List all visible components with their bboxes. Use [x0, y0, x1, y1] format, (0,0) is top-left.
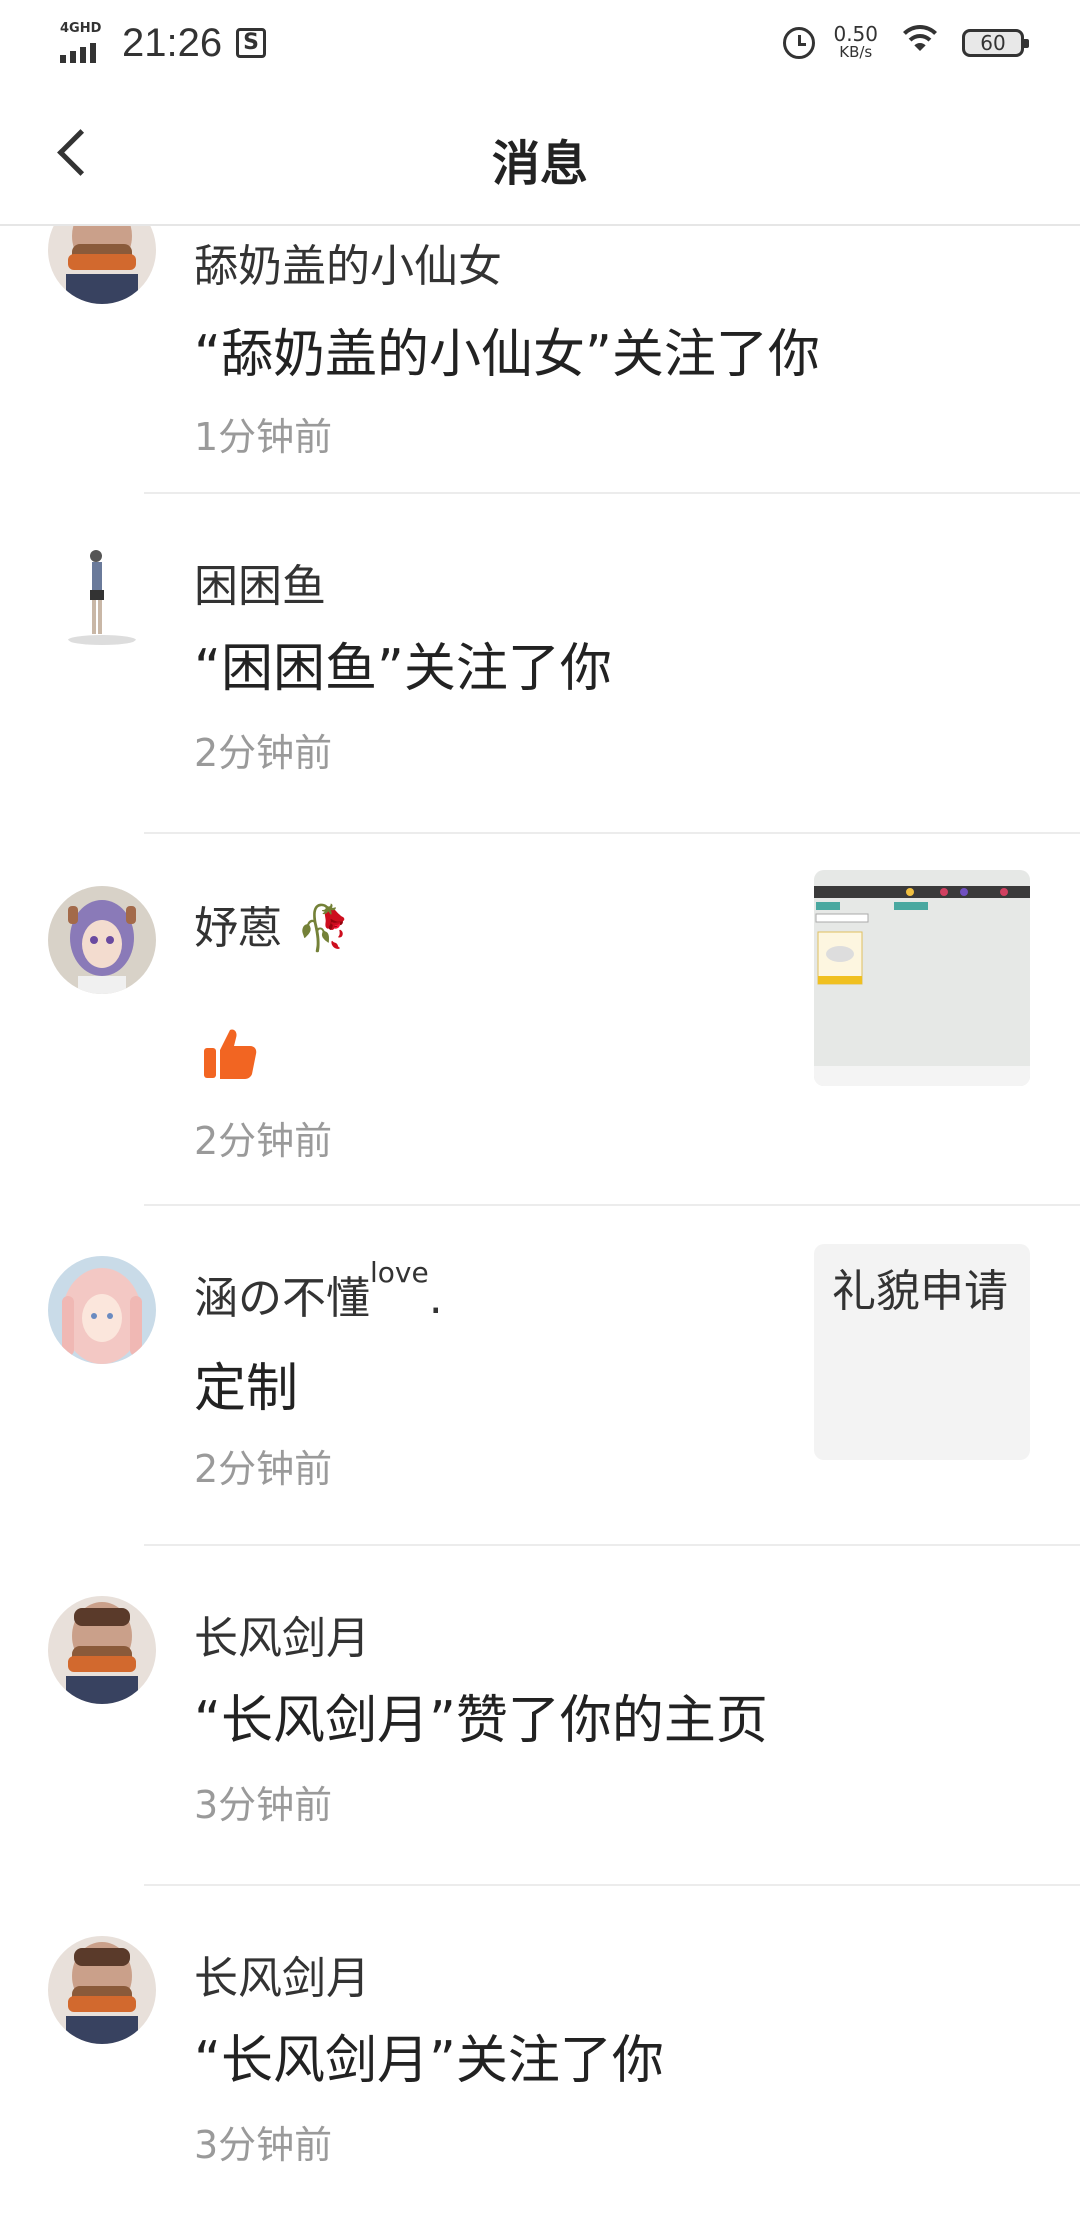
list-item[interactable]: 困困鱼 “困困鱼”关注了你 2分钟前	[0, 494, 1080, 834]
message-time: 3分钟前	[194, 1783, 333, 1827]
alarm-icon	[783, 27, 816, 59]
sender-name: 妤蒽 🥀	[194, 892, 351, 956]
speed-value: 0.50	[833, 22, 878, 46]
sender-name-suffix: .	[428, 1273, 443, 1324]
list-item[interactable]: 妤蒽 🥀 2分钟前	[0, 834, 1080, 1206]
network-type: 4GHD	[60, 21, 102, 36]
message-time: 2分钟前	[194, 1119, 333, 1163]
sender-name-text: 妤蒽	[194, 903, 282, 954]
list-item[interactable]: 涵の不懂love. 定制 2分钟前 礼貌申请	[0, 1206, 1080, 1546]
app-notification-icon: S	[236, 28, 267, 58]
message-text: “舔奶盖的小仙女”关注了你	[194, 325, 820, 385]
message-text: “困困鱼”关注了你	[194, 639, 612, 699]
sender-name: 舔奶盖的小仙女	[194, 241, 502, 292]
post-thumbnail[interactable]	[814, 870, 1030, 1086]
sender-name: 涵の不懂love.	[194, 1256, 443, 1326]
avatar[interactable]	[48, 1256, 156, 1364]
message-text: “长风剑月”关注了你	[194, 2031, 664, 2091]
network-speed: 0.50 KB/s	[833, 22, 878, 61]
signal-icon: 4GHD	[58, 21, 108, 65]
battery-icon: 60	[962, 29, 1029, 57]
speed-unit: KB/s	[839, 43, 873, 61]
message-text: “长风剑月”赞了你的主页	[194, 1691, 768, 1751]
sender-name: 长风剑月	[194, 1953, 370, 2004]
message-time: 1分钟前	[194, 415, 333, 459]
avatar[interactable]	[48, 886, 156, 994]
post-thumbnail[interactable]: 礼貌申请	[814, 1244, 1030, 1460]
status-bar: 4GHD 21:26 S 0.50 KB/s 60	[0, 0, 1080, 90]
message-time: 2分钟前	[194, 1447, 333, 1491]
avatar[interactable]	[48, 1936, 156, 2044]
thumbnail-text: 礼貌申请	[832, 1266, 1008, 1317]
avatar[interactable]	[48, 226, 156, 304]
page-title: 消息	[491, 136, 588, 192]
sender-name-sup: love	[370, 1256, 429, 1289]
wifi-icon	[896, 25, 944, 61]
list-item[interactable]: 长风剑月 “长风剑月”关注了你 3分钟前	[0, 1886, 1080, 2214]
list-item[interactable]: 舔奶盖的小仙女 “舔奶盖的小仙女”关注了你 1分钟前	[0, 226, 1080, 494]
message-time: 2分钟前	[194, 731, 333, 775]
nav-header: 消息	[0, 90, 1080, 226]
wilted-rose-emoji: 🥀	[296, 903, 351, 954]
thumbs-up-icon	[202, 1026, 258, 1082]
message-text: 定制	[194, 1359, 299, 1419]
message-time: 3分钟前	[194, 2123, 333, 2167]
message-list[interactable]: 舔奶盖的小仙女 “舔奶盖的小仙女”关注了你 1分钟前 困困鱼 “困困鱼”关注了你…	[0, 226, 1080, 2214]
avatar[interactable]	[48, 544, 156, 652]
clock: 21:26	[122, 20, 223, 65]
avatar[interactable]	[48, 1596, 156, 1704]
sender-name-text: 涵の不懂	[194, 1273, 370, 1324]
sender-name: 长风剑月	[194, 1613, 370, 1664]
list-item[interactable]: 长风剑月 “长风剑月”赞了你的主页 3分钟前	[0, 1546, 1080, 1886]
sender-name: 困困鱼	[194, 561, 326, 612]
